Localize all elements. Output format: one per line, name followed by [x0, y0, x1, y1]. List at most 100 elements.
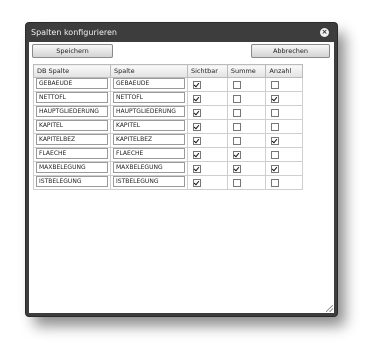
summe-checkbox[interactable]	[232, 80, 241, 89]
dialog-content: Speichern Abbrechen DB Spalte Spalte Sic…	[29, 42, 334, 313]
table-row: HAUPTGLIEDERUNG HAUPTGLIEDERUNG	[33, 105, 303, 120]
table-row: GEBAEUDE GEBAEUDE	[33, 77, 303, 92]
summe-checkbox[interactable]	[232, 178, 241, 187]
header-summe[interactable]: Summe	[226, 64, 267, 78]
anzahl-checkbox[interactable]	[271, 80, 280, 89]
dialog-titlebar[interactable]: Spalten konfigurieren ×	[26, 23, 337, 42]
table-cell	[226, 147, 267, 162]
table-cell: GEBAEUDE	[33, 77, 111, 92]
db-column-field: GEBAEUDE	[36, 78, 108, 89]
sichtbar-checkbox[interactable]	[193, 136, 201, 145]
save-button[interactable]: Speichern	[32, 44, 113, 58]
sichtbar-checkbox[interactable]	[193, 178, 201, 187]
table-row: FLAECHE FLAECHE	[33, 147, 303, 162]
column-name-input[interactable]: KAPITELBEZ	[113, 134, 185, 145]
db-column-field: NETTOFL	[36, 92, 108, 103]
column-name-input[interactable]: MAXBELEGUNG	[113, 162, 185, 173]
cancel-button[interactable]: Abbrechen	[251, 44, 330, 58]
column-name-input[interactable]: GEBAEUDE	[113, 78, 185, 89]
table-cell: KAPITELBEZ	[33, 133, 111, 148]
table-cell	[226, 119, 267, 134]
table-cell	[187, 105, 228, 120]
anzahl-checkbox[interactable]	[271, 108, 280, 117]
table-row: ISTBELEGUNG ISTBELEGUNG	[33, 175, 303, 190]
anzahl-checkbox[interactable]	[271, 94, 280, 103]
db-column-field: FLAECHE	[36, 148, 108, 159]
anzahl-checkbox[interactable]	[271, 136, 280, 145]
anzahl-checkbox[interactable]	[271, 164, 280, 173]
table-cell	[187, 147, 228, 162]
summe-checkbox[interactable]	[232, 94, 241, 103]
sichtbar-checkbox[interactable]	[193, 94, 201, 103]
summe-checkbox[interactable]	[232, 136, 241, 145]
header-spalte[interactable]: Spalte	[110, 64, 188, 78]
resize-grip[interactable]	[326, 305, 333, 312]
table-row: KAPITELBEZ KAPITELBEZ	[33, 133, 303, 148]
table-cell: FLAECHE	[110, 147, 188, 162]
sichtbar-checkbox[interactable]	[193, 80, 201, 89]
column-name-input[interactable]: FLAECHE	[113, 148, 185, 159]
table-cell	[226, 91, 267, 106]
table-cell	[226, 161, 267, 176]
close-icon[interactable]: ×	[320, 28, 329, 37]
header-anzahl[interactable]: Anzahl	[265, 64, 303, 78]
table-cell	[226, 175, 267, 190]
table-cell: FLAECHE	[33, 147, 111, 162]
table-cell: KAPITEL	[110, 119, 188, 134]
table-cell	[187, 91, 228, 106]
anzahl-checkbox[interactable]	[271, 178, 280, 187]
table-cell: HAUPTGLIEDERUNG	[110, 105, 188, 120]
sichtbar-checkbox[interactable]	[193, 122, 201, 131]
table-cell: GEBAEUDE	[110, 77, 188, 92]
table-cell	[265, 175, 303, 190]
db-column-field: HAUPTGLIEDERUNG	[36, 106, 108, 117]
table-header-row: DB Spalte Spalte Sichtbar Summe Anzahl	[33, 64, 303, 78]
table-cell: NETTOFL	[110, 91, 188, 106]
sichtbar-checkbox[interactable]	[193, 164, 201, 173]
summe-checkbox[interactable]	[232, 150, 241, 159]
anzahl-checkbox[interactable]	[271, 122, 280, 131]
table-cell: MAXBELEGUNG	[110, 161, 188, 176]
header-sichtbar[interactable]: Sichtbar	[187, 64, 228, 78]
table-cell	[265, 91, 303, 106]
table-cell	[265, 147, 303, 162]
db-column-field: KAPITEL	[36, 120, 108, 131]
db-column-field: KAPITELBEZ	[36, 134, 108, 145]
summe-checkbox[interactable]	[232, 122, 241, 131]
columns-table: DB Spalte Spalte Sichtbar Summe Anzahl G…	[33, 64, 303, 190]
table-cell: KAPITELBEZ	[110, 133, 188, 148]
dialog-title: Spalten konfigurieren	[31, 28, 117, 37]
anzahl-checkbox[interactable]	[271, 150, 280, 159]
table-cell: NETTOFL	[33, 91, 111, 106]
table-row: NETTOFL NETTOFL	[33, 91, 303, 106]
column-name-input[interactable]: HAUPTGLIEDERUNG	[113, 106, 185, 117]
column-name-input[interactable]: ISTBELEGUNG	[113, 176, 185, 187]
table-cell	[265, 119, 303, 134]
table-cell: MAXBELEGUNG	[33, 161, 111, 176]
table-cell	[226, 77, 267, 92]
configure-columns-dialog: Spalten konfigurieren × Speichern Abbrec…	[26, 23, 337, 316]
table-cell	[265, 133, 303, 148]
table-cell	[265, 77, 303, 92]
table-cell: ISTBELEGUNG	[33, 175, 111, 190]
db-column-field: MAXBELEGUNG	[36, 162, 108, 173]
table-cell	[187, 119, 228, 134]
column-name-input[interactable]: NETTOFL	[113, 92, 185, 103]
sichtbar-checkbox[interactable]	[193, 150, 201, 159]
table-cell	[265, 161, 303, 176]
table-cell	[187, 161, 228, 176]
table-cell	[226, 105, 267, 120]
sichtbar-checkbox[interactable]	[193, 108, 201, 117]
summe-checkbox[interactable]	[232, 108, 241, 117]
table-cell: KAPITEL	[33, 119, 111, 134]
table-cell: ISTBELEGUNG	[110, 175, 188, 190]
table-row: MAXBELEGUNG MAXBELEGUNG	[33, 161, 303, 176]
column-name-input[interactable]: KAPITEL	[113, 120, 185, 131]
table-cell: HAUPTGLIEDERUNG	[33, 105, 111, 120]
header-db-spalte[interactable]: DB Spalte	[33, 64, 111, 78]
summe-checkbox[interactable]	[232, 164, 241, 173]
db-column-field: ISTBELEGUNG	[36, 176, 108, 187]
table-cell	[187, 133, 228, 148]
table-row: KAPITEL KAPITEL	[33, 119, 303, 134]
table-cell	[265, 105, 303, 120]
